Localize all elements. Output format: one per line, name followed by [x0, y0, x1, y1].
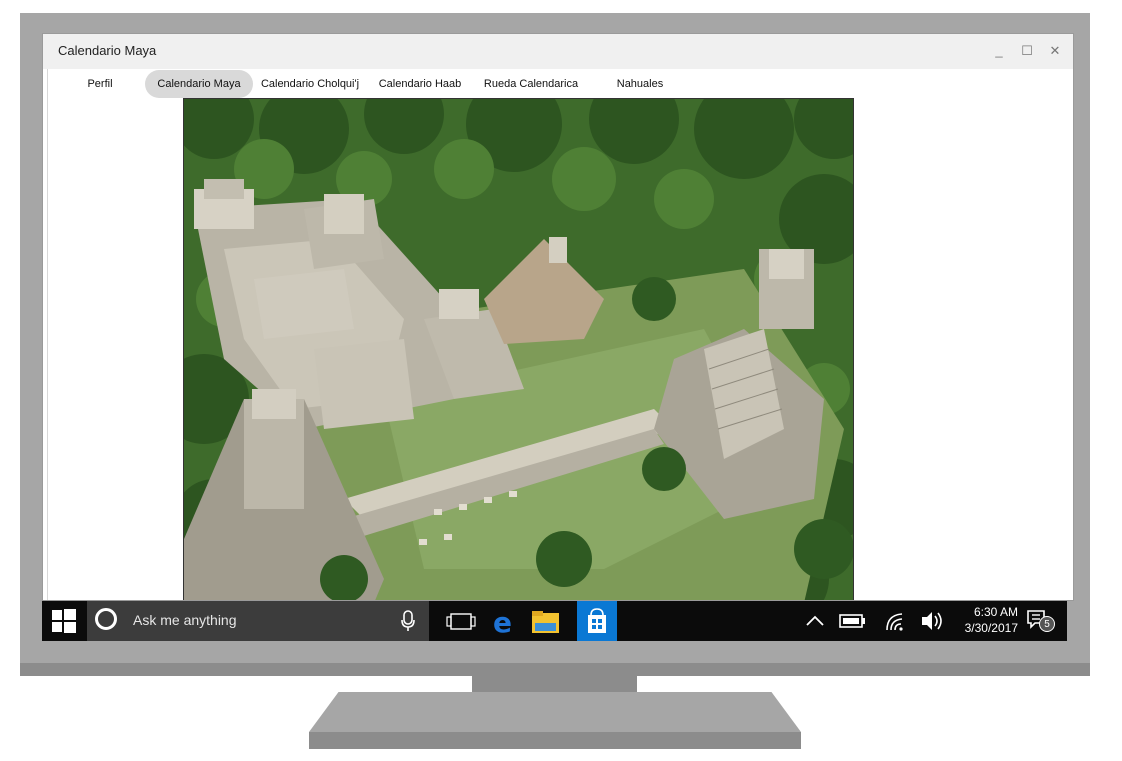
search-box[interactable]: Ask me anything [87, 601, 429, 641]
monitor-stand-base [309, 692, 801, 732]
clock-time: 6:30 AM [973, 605, 1018, 619]
battery-icon[interactable] [837, 601, 867, 641]
app-window: Calendario Maya _ ☐ ✕ Perfil Calendario … [42, 33, 1074, 601]
store-icon [588, 608, 606, 633]
microphone-icon[interactable] [400, 609, 416, 633]
tab-bar: Perfil Calendario Maya Calendario Cholqu… [43, 69, 1073, 99]
window-left-edge [43, 69, 48, 600]
file-explorer-icon[interactable] [526, 605, 566, 639]
tab-perfil[interactable]: Perfil [65, 70, 135, 98]
notification-count-badge: 5 [1039, 616, 1055, 632]
edge-icon[interactable]: e [483, 605, 523, 639]
clock-date: 3/30/2017 [964, 621, 1018, 635]
wifi-icon[interactable] [882, 601, 910, 641]
maximize-button[interactable]: ☐ [1013, 40, 1041, 62]
system-clock[interactable]: 6:30 AM 3/30/2017 [954, 604, 1018, 636]
task-view-icon[interactable] [442, 605, 482, 639]
volume-icon[interactable] [918, 601, 946, 641]
maya-ruins-illustration [184, 99, 853, 600]
tab-rueda-calendarica[interactable]: Rueda Calendarica [477, 70, 585, 98]
cortana-icon[interactable] [95, 608, 117, 630]
windows-start-icon[interactable] [42, 601, 86, 641]
chevron-up-icon[interactable] [802, 601, 828, 641]
monitor-stand-foot [309, 732, 801, 749]
search-input[interactable]: Ask me anything [133, 612, 237, 628]
taskbar: Ask me anything e 6:30 AM 3/30/2017 5 [42, 601, 1067, 641]
tab-calendario-cholquij[interactable]: Calendario Cholqui'j [255, 70, 365, 98]
monitor-chin [20, 663, 1090, 676]
tab-calendario-haab[interactable]: Calendario Haab [373, 70, 467, 98]
store-button[interactable] [577, 601, 617, 641]
minimize-button[interactable]: _ [985, 40, 1013, 62]
tab-calendario-maya[interactable]: Calendario Maya [145, 70, 253, 98]
maya-ruins-photo [183, 98, 854, 600]
close-button[interactable]: ✕ [1041, 40, 1069, 62]
tab-nahuales[interactable]: Nahuales [607, 70, 673, 98]
title-bar: Calendario Maya _ ☐ ✕ [43, 34, 1073, 69]
svg-text:e: e [493, 606, 512, 639]
window-title: Calendario Maya [58, 43, 157, 58]
